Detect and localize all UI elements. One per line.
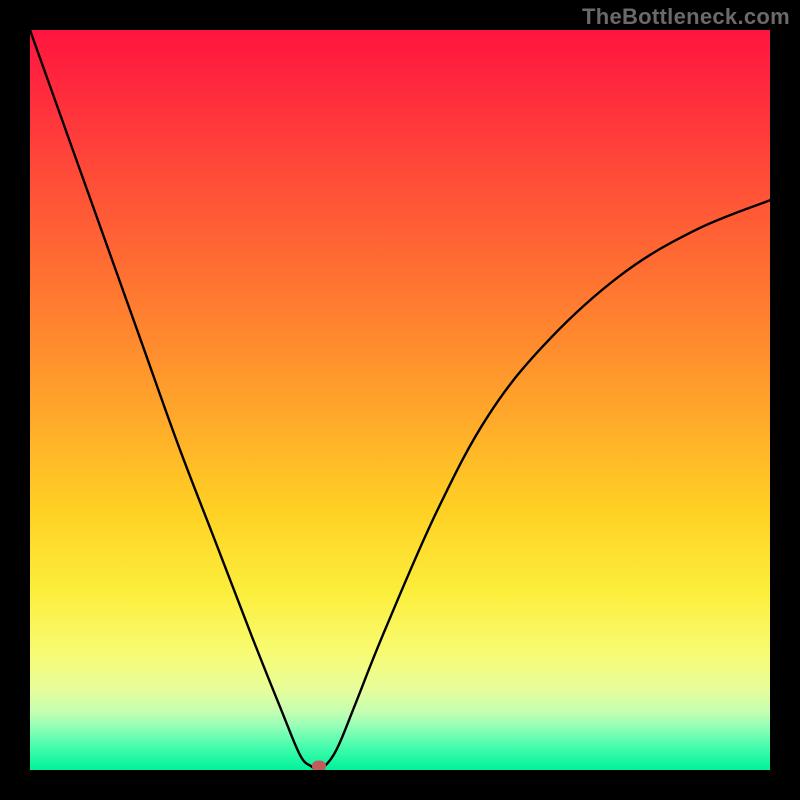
chart-frame: TheBottleneck.com bbox=[0, 0, 800, 800]
bottleneck-curve bbox=[30, 30, 770, 770]
plot-area bbox=[30, 30, 770, 770]
watermark-text: TheBottleneck.com bbox=[582, 4, 790, 30]
minimum-marker bbox=[312, 761, 326, 771]
